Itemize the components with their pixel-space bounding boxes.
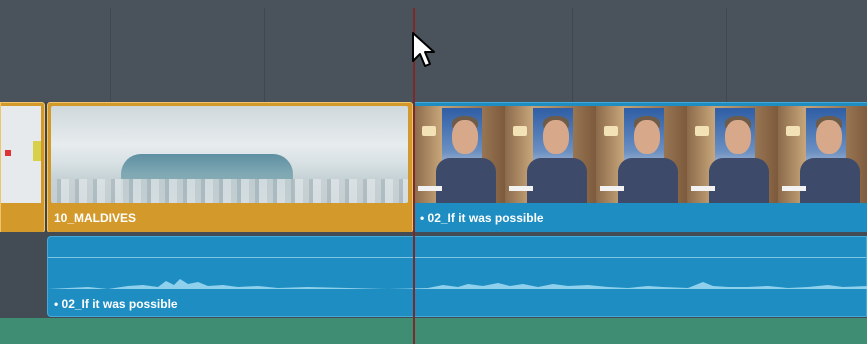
- audio-clip-if-it-was-possible[interactable]: • 02_If it was possible: [47, 236, 867, 317]
- audio-waveform: [48, 279, 867, 289]
- video-clip-maldives[interactable]: 10_MALDIVES: [47, 102, 413, 233]
- thumbnail-frame: [778, 106, 867, 203]
- clip-label: • 02_If it was possible: [420, 211, 544, 225]
- thumbnail-frame: [414, 106, 505, 203]
- clip-thumbnail: [51, 106, 408, 203]
- thumbnail-foam: [51, 179, 408, 203]
- clip-label: • 02_If it was possible: [54, 297, 178, 311]
- mouse-pointer-icon: [412, 32, 435, 67]
- previous-video-clip[interactable]: [0, 102, 45, 233]
- grid-line: [110, 8, 111, 102]
- lower-audio-track: [0, 318, 867, 344]
- grid-line: [726, 8, 727, 102]
- grid-line: [264, 8, 265, 102]
- grid-line: [572, 8, 573, 102]
- thumbnail-detail: [33, 141, 41, 161]
- audio-volume-line[interactable]: [48, 257, 866, 258]
- clip-label: 10_MALDIVES: [54, 211, 137, 225]
- thumbnail-detail: [5, 150, 11, 156]
- thumbnail-frame: [687, 106, 778, 203]
- clip-thumbnail-strip: [414, 106, 867, 203]
- thumbnail-frame: [596, 106, 687, 203]
- video-clip-if-it-was-possible[interactable]: • 02_If it was possible: [414, 102, 867, 233]
- thumbnail-frame: [505, 106, 596, 203]
- clip-thumbnail: [1, 106, 41, 203]
